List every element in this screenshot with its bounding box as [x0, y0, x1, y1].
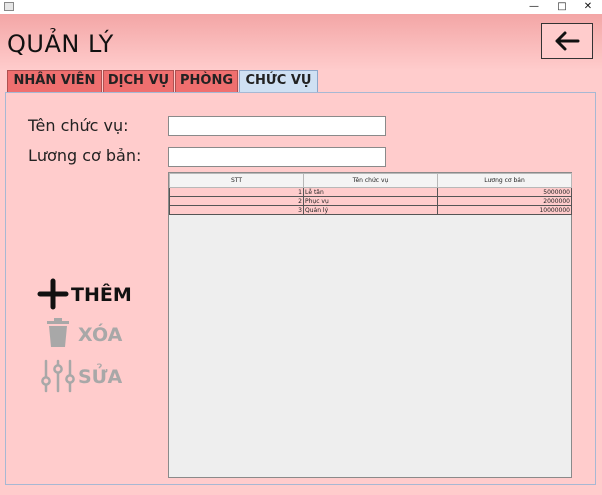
maximize-button[interactable]: □ — [548, 0, 576, 14]
base-salary-label: Lương cơ bản: — [28, 146, 142, 165]
table-row[interactable]: 2 Phục vụ 2000000 — [169, 196, 572, 206]
page-title: QUẢN LÝ — [7, 30, 114, 58]
positions-table[interactable]: STT Tên chức vụ Lương cơ bản 1 Lễ tân 50… — [168, 172, 572, 478]
app-icon — [4, 2, 14, 11]
table-row[interactable]: 1 Lễ tân 5000000 — [169, 187, 572, 197]
cell-position-name: Lễ tân — [303, 187, 438, 197]
cell-stt: 2 — [169, 196, 304, 206]
add-button-label: THÊM — [71, 284, 132, 306]
close-window-button[interactable]: ✕ — [574, 0, 602, 14]
back-button[interactable] — [541, 23, 593, 59]
edit-button-label: SỬA — [78, 366, 123, 388]
header: QUẢN LÝ — [0, 14, 602, 70]
tab-dich-vu[interactable]: DỊCH VỤ — [103, 70, 174, 92]
trash-icon — [47, 318, 69, 347]
tab-chuc-vu[interactable]: CHỨC VỤ — [239, 70, 318, 92]
tab-nhan-vien[interactable]: NHÂN VIÊN — [7, 70, 102, 92]
delete-button[interactable]: XÓA — [37, 318, 129, 350]
column-header-base-salary[interactable]: Lương cơ bản — [437, 173, 572, 188]
window-titlebar: — □ ✕ — [0, 0, 602, 14]
cell-base-salary: 10000000 — [437, 205, 572, 215]
plus-icon — [37, 278, 69, 310]
column-header-stt[interactable]: STT — [169, 173, 304, 188]
position-name-input[interactable] — [168, 116, 386, 136]
column-header-position-name[interactable]: Tên chức vụ — [303, 173, 438, 188]
add-button[interactable]: THÊM — [37, 278, 137, 310]
table-row[interactable]: 3 Quản lý 10000000 — [169, 205, 572, 215]
sliders-icon — [41, 359, 75, 393]
cell-base-salary: 2000000 — [437, 196, 572, 206]
cell-position-name: Quản lý — [303, 205, 438, 215]
base-salary-input[interactable] — [168, 147, 386, 167]
position-name-label: Tên chức vụ: — [28, 116, 129, 135]
cell-position-name: Phục vụ — [303, 196, 438, 206]
table-header-row: STT Tên chức vụ Lương cơ bản — [169, 173, 572, 188]
tab-phong[interactable]: PHÒNG — [175, 70, 238, 92]
edit-button[interactable]: SỬA — [37, 359, 129, 393]
cell-stt: 1 — [169, 187, 304, 197]
minimize-button[interactable]: — — [520, 0, 548, 14]
delete-button-label: XÓA — [78, 324, 123, 346]
arrow-left-icon — [555, 31, 580, 51]
cell-stt: 3 — [169, 205, 304, 215]
cell-base-salary: 5000000 — [437, 187, 572, 197]
